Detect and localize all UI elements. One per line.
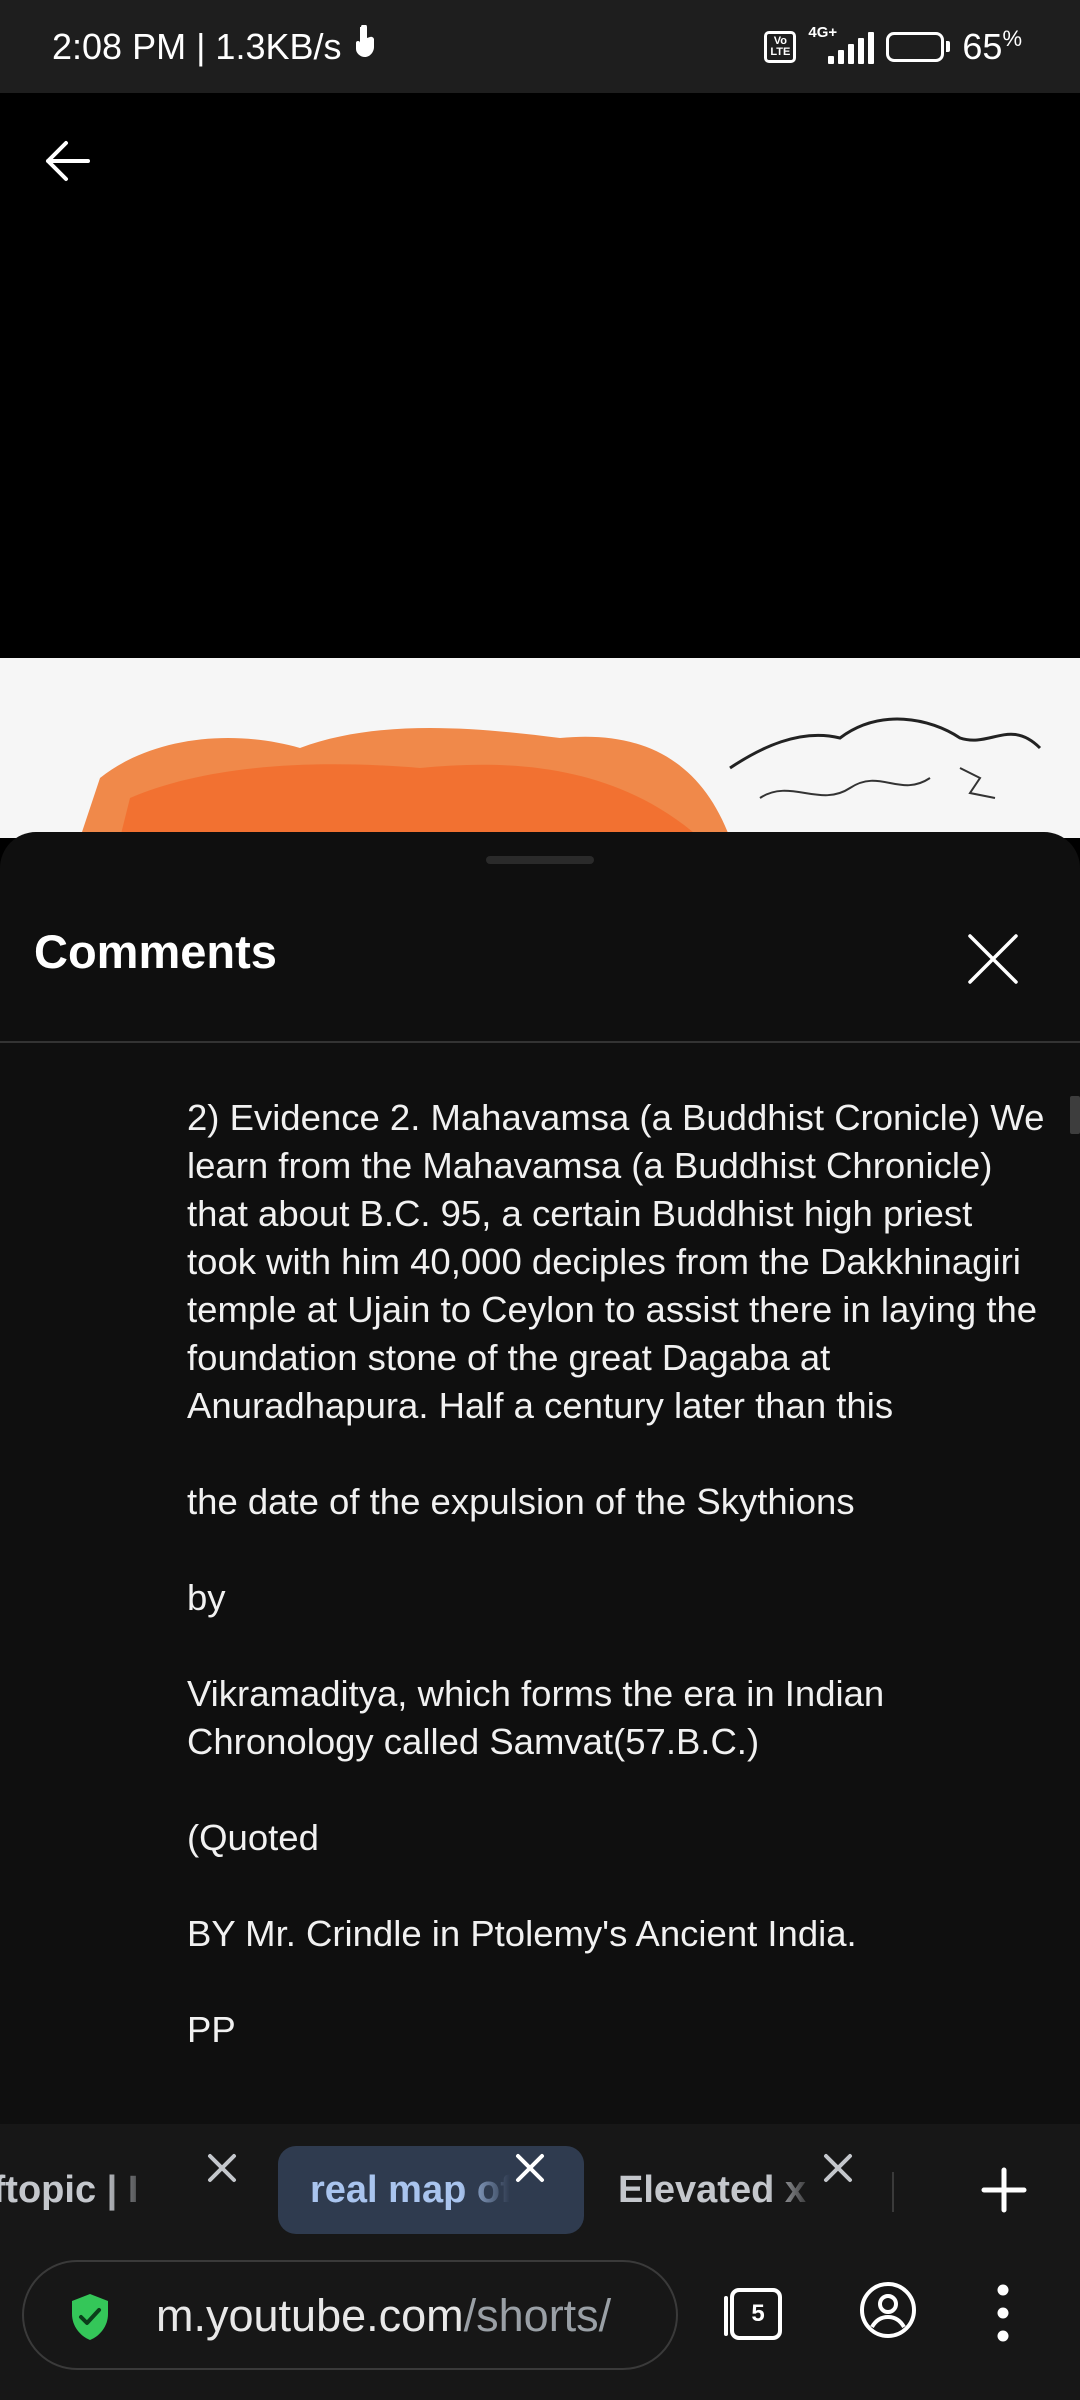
tab-count: 5: [751, 2300, 765, 2327]
back-button[interactable]: [36, 129, 100, 193]
more-vert-icon: [997, 2284, 1009, 2342]
tab-2-close-icon[interactable]: [508, 2146, 552, 2190]
url-path: /shorts/: [463, 2290, 612, 2341]
comment-paragraph: 2) Evidence 2. Mahavamsa (a Buddhist Cro…: [187, 1097, 1045, 1426]
new-tab-button[interactable]: [972, 2158, 1036, 2222]
comment-paragraph: the date of the expulsion of the Skythio…: [187, 1481, 855, 1522]
status-left: 2:08 PM | 1.3KB/s: [52, 24, 378, 68]
comments-title: Comments: [34, 925, 277, 978]
plus-icon: [981, 2167, 1027, 2213]
tab-title: fftopic | I: [0, 2168, 139, 2211]
tab-3-close-icon[interactable]: [816, 2146, 860, 2190]
volte-icon: Vo LTE: [764, 30, 797, 63]
tab-1-close-icon[interactable]: [200, 2146, 244, 2190]
scrollbar-thumb[interactable]: [1070, 1096, 1080, 1134]
close-icon: [968, 934, 1018, 984]
close-comments-button[interactable]: [956, 922, 1030, 996]
account-circle-icon: [860, 2282, 916, 2338]
touch-hand-icon: [352, 24, 378, 68]
comment-paragraph: (Quoted: [187, 1817, 319, 1858]
tab-separator: [892, 2172, 894, 2212]
header-divider: [0, 1041, 1080, 1043]
battery-percent: 65%: [962, 25, 1022, 67]
tab-switcher-button[interactable]: 5: [720, 2284, 788, 2344]
account-button[interactable]: [858, 2280, 918, 2340]
shield-check-icon[interactable]: [68, 2292, 112, 2342]
browser-bottom-bar: m.youtube.com/shorts/ 5: [0, 2256, 1080, 2400]
signal-icon: 4G+: [808, 24, 875, 64]
address-bar[interactable]: m.youtube.com/shorts/: [22, 2260, 678, 2370]
battery-icon: [886, 31, 951, 62]
comment-paragraph: BY Mr. Crindle in Ptolemy's Ancient Indi…: [187, 1913, 857, 1954]
browser-tab-strip: fftopic | I real map of Elevated x: [0, 2124, 1080, 2256]
comment-text: 2) Evidence 2. Mahavamsa (a Buddhist Cro…: [187, 1094, 1047, 2124]
overflow-menu-button[interactable]: [990, 2280, 1016, 2346]
comment-paragraph: Vikramaditya, which forms the era in Ind…: [187, 1673, 885, 1762]
video-frame-map-image: [0, 658, 1080, 838]
url-domain: m.youtube.com: [156, 2290, 464, 2341]
status-time-speed: 2:08 PM | 1.3KB/s: [52, 25, 342, 67]
comments-header: Comments: [0, 832, 1080, 1042]
tab-title: Elevated x: [618, 2168, 806, 2211]
comment-paragraph: PP: [187, 2009, 236, 2050]
comment-paragraph: by: [187, 1577, 226, 1618]
url-text: m.youtube.com/shorts/: [156, 2290, 656, 2342]
comments-sheet: Comments 2) Evidence 2. Mahavamsa (a Bud…: [0, 832, 1080, 2124]
status-bar: 2:08 PM | 1.3KB/s Vo LTE 4G+ 65%: [0, 0, 1080, 93]
tab-title: real map of: [310, 2168, 510, 2211]
video-player[interactable]: [0, 93, 1080, 658]
arrow-left-icon: [46, 141, 90, 181]
status-right: Vo LTE 4G+ 65%: [764, 24, 1022, 68]
network-type: 4G+: [808, 23, 838, 41]
